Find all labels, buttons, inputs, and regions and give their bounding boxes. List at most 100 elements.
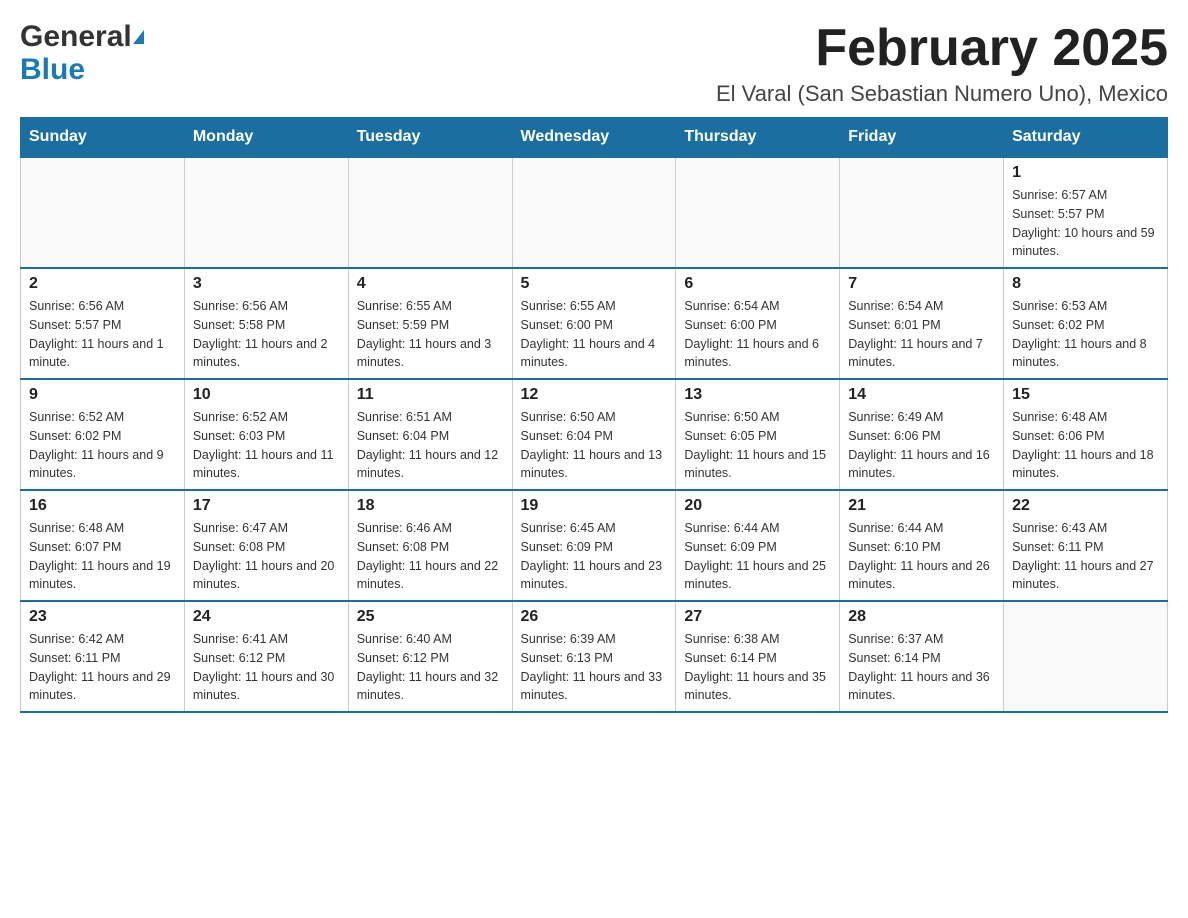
location-title: El Varal (San Sebastian Numero Uno), Mex…: [716, 81, 1168, 107]
day-number: 13: [684, 386, 831, 404]
day-number: 1: [1012, 164, 1159, 182]
day-info: Sunrise: 6:45 AM Sunset: 6:09 PM Dayligh…: [521, 519, 668, 594]
day-info: Sunrise: 6:56 AM Sunset: 5:57 PM Dayligh…: [29, 297, 176, 372]
day-number: 11: [357, 386, 504, 404]
calendar-cell: 15 Sunrise: 6:48 AM Sunset: 6:06 PM Dayli…: [1004, 379, 1168, 490]
logo-blue: Blue: [20, 53, 85, 86]
calendar-cell: 17 Sunrise: 6:47 AM Sunset: 6:08 PM Dayli…: [184, 490, 348, 601]
calendar-cell: 26 Sunrise: 6:39 AM Sunset: 6:13 PM Dayli…: [512, 601, 676, 712]
weekday-header-saturday: Saturday: [1004, 118, 1168, 158]
day-number: 4: [357, 275, 504, 293]
logo: General Blue: [20, 20, 144, 86]
day-info: Sunrise: 6:50 AM Sunset: 6:04 PM Dayligh…: [521, 408, 668, 483]
day-number: 10: [193, 386, 340, 404]
weekday-header-sunday: Sunday: [21, 118, 185, 158]
day-info: Sunrise: 6:47 AM Sunset: 6:08 PM Dayligh…: [193, 519, 340, 594]
day-info: Sunrise: 6:39 AM Sunset: 6:13 PM Dayligh…: [521, 630, 668, 705]
day-info: Sunrise: 6:48 AM Sunset: 6:06 PM Dayligh…: [1012, 408, 1159, 483]
day-number: 23: [29, 608, 176, 626]
calendar-cell: [1004, 601, 1168, 712]
calendar-cell: 3Sunrise: 6:56 AM Sunset: 5:58 PM Daylig…: [184, 268, 348, 379]
day-info: Sunrise: 6:41 AM Sunset: 6:12 PM Dayligh…: [193, 630, 340, 705]
calendar-cell: 28 Sunrise: 6:37 AM Sunset: 6:14 PM Dayli…: [840, 601, 1004, 712]
logo-triangle-icon: [133, 30, 144, 44]
calendar-cell: 27 Sunrise: 6:38 AM Sunset: 6:14 PM Dayli…: [676, 601, 840, 712]
day-number: 6: [684, 275, 831, 293]
calendar-cell: 25 Sunrise: 6:40 AM Sunset: 6:12 PM Dayli…: [348, 601, 512, 712]
day-number: 15: [1012, 386, 1159, 404]
day-number: 28: [848, 608, 995, 626]
day-info: Sunrise: 6:51 AM Sunset: 6:04 PM Dayligh…: [357, 408, 504, 483]
weekday-header-monday: Monday: [184, 118, 348, 158]
day-number: 14: [848, 386, 995, 404]
day-info: Sunrise: 6:57 AM Sunset: 5:57 PM Dayligh…: [1012, 186, 1159, 261]
day-number: 8: [1012, 275, 1159, 293]
calendar-cell: 23 Sunrise: 6:42 AM Sunset: 6:11 PM Dayli…: [21, 601, 185, 712]
day-number: 25: [357, 608, 504, 626]
calendar-cell: 18 Sunrise: 6:46 AM Sunset: 6:08 PM Dayli…: [348, 490, 512, 601]
calendar-cell: 13Sunrise: 6:50 AM Sunset: 6:05 PM Dayli…: [676, 379, 840, 490]
weekday-header-row: SundayMondayTuesdayWednesdayThursdayFrid…: [21, 118, 1168, 158]
calendar-cell: 10 Sunrise: 6:52 AM Sunset: 6:03 PM Dayli…: [184, 379, 348, 490]
day-info: Sunrise: 6:54 AM Sunset: 6:00 PM Dayligh…: [684, 297, 831, 372]
day-number: 18: [357, 497, 504, 515]
calendar-cell: 20 Sunrise: 6:44 AM Sunset: 6:09 PM Dayli…: [676, 490, 840, 601]
calendar-week-5: 23 Sunrise: 6:42 AM Sunset: 6:11 PM Dayli…: [21, 601, 1168, 712]
calendar-cell: 24 Sunrise: 6:41 AM Sunset: 6:12 PM Dayli…: [184, 601, 348, 712]
calendar-cell: [348, 157, 512, 268]
calendar-cell: 21 Sunrise: 6:44 AM Sunset: 6:10 PM Dayli…: [840, 490, 1004, 601]
day-info: Sunrise: 6:44 AM Sunset: 6:09 PM Dayligh…: [684, 519, 831, 594]
calendar-cell: 5Sunrise: 6:55 AM Sunset: 6:00 PM Daylig…: [512, 268, 676, 379]
day-number: 21: [848, 497, 995, 515]
day-info: Sunrise: 6:42 AM Sunset: 6:11 PM Dayligh…: [29, 630, 176, 705]
calendar-cell: 2 Sunrise: 6:56 AM Sunset: 5:57 PM Daylig…: [21, 268, 185, 379]
calendar-cell: 7Sunrise: 6:54 AM Sunset: 6:01 PM Daylig…: [840, 268, 1004, 379]
day-info: Sunrise: 6:43 AM Sunset: 6:11 PM Dayligh…: [1012, 519, 1159, 594]
day-number: 17: [193, 497, 340, 515]
calendar-cell: [512, 157, 676, 268]
weekday-header-friday: Friday: [840, 118, 1004, 158]
calendar-cell: [184, 157, 348, 268]
weekday-header-thursday: Thursday: [676, 118, 840, 158]
calendar-cell: 14 Sunrise: 6:49 AM Sunset: 6:06 PM Dayli…: [840, 379, 1004, 490]
day-number: 19: [521, 497, 668, 515]
day-number: 24: [193, 608, 340, 626]
day-number: 2: [29, 275, 176, 293]
day-number: 26: [521, 608, 668, 626]
logo-general: General: [20, 20, 144, 53]
calendar-cell: 11 Sunrise: 6:51 AM Sunset: 6:04 PM Dayli…: [348, 379, 512, 490]
calendar-cell: 12 Sunrise: 6:50 AM Sunset: 6:04 PM Dayli…: [512, 379, 676, 490]
day-info: Sunrise: 6:55 AM Sunset: 5:59 PM Dayligh…: [357, 297, 504, 372]
day-number: 20: [684, 497, 831, 515]
day-number: 12: [521, 386, 668, 404]
calendar-cell: 1 Sunrise: 6:57 AM Sunset: 5:57 PM Daylig…: [1004, 157, 1168, 268]
day-number: 22: [1012, 497, 1159, 515]
day-info: Sunrise: 6:56 AM Sunset: 5:58 PM Dayligh…: [193, 297, 340, 372]
weekday-header-wednesday: Wednesday: [512, 118, 676, 158]
calendar-cell: 16Sunrise: 6:48 AM Sunset: 6:07 PM Dayli…: [21, 490, 185, 601]
day-info: Sunrise: 6:40 AM Sunset: 6:12 PM Dayligh…: [357, 630, 504, 705]
day-number: 27: [684, 608, 831, 626]
month-title: February 2025: [716, 20, 1168, 77]
day-info: Sunrise: 6:48 AM Sunset: 6:07 PM Dayligh…: [29, 519, 176, 594]
calendar-week-4: 16Sunrise: 6:48 AM Sunset: 6:07 PM Dayli…: [21, 490, 1168, 601]
day-info: Sunrise: 6:55 AM Sunset: 6:00 PM Dayligh…: [521, 297, 668, 372]
page-header: General Blue February 2025 El Varal (San…: [20, 20, 1168, 107]
calendar-week-2: 2 Sunrise: 6:56 AM Sunset: 5:57 PM Daylig…: [21, 268, 1168, 379]
day-info: Sunrise: 6:37 AM Sunset: 6:14 PM Dayligh…: [848, 630, 995, 705]
day-info: Sunrise: 6:53 AM Sunset: 6:02 PM Dayligh…: [1012, 297, 1159, 372]
day-info: Sunrise: 6:52 AM Sunset: 6:02 PM Dayligh…: [29, 408, 176, 483]
calendar-cell: 9Sunrise: 6:52 AM Sunset: 6:02 PM Daylig…: [21, 379, 185, 490]
calendar-cell: 6 Sunrise: 6:54 AM Sunset: 6:00 PM Daylig…: [676, 268, 840, 379]
day-info: Sunrise: 6:54 AM Sunset: 6:01 PM Dayligh…: [848, 297, 995, 372]
day-info: Sunrise: 6:38 AM Sunset: 6:14 PM Dayligh…: [684, 630, 831, 705]
title-block: February 2025 El Varal (San Sebastian Nu…: [716, 20, 1168, 107]
weekday-header-tuesday: Tuesday: [348, 118, 512, 158]
calendar-cell: [840, 157, 1004, 268]
day-info: Sunrise: 6:46 AM Sunset: 6:08 PM Dayligh…: [357, 519, 504, 594]
day-info: Sunrise: 6:52 AM Sunset: 6:03 PM Dayligh…: [193, 408, 340, 483]
day-info: Sunrise: 6:49 AM Sunset: 6:06 PM Dayligh…: [848, 408, 995, 483]
calendar-cell: 8 Sunrise: 6:53 AM Sunset: 6:02 PM Daylig…: [1004, 268, 1168, 379]
calendar-cell: 4 Sunrise: 6:55 AM Sunset: 5:59 PM Daylig…: [348, 268, 512, 379]
day-info: Sunrise: 6:44 AM Sunset: 6:10 PM Dayligh…: [848, 519, 995, 594]
